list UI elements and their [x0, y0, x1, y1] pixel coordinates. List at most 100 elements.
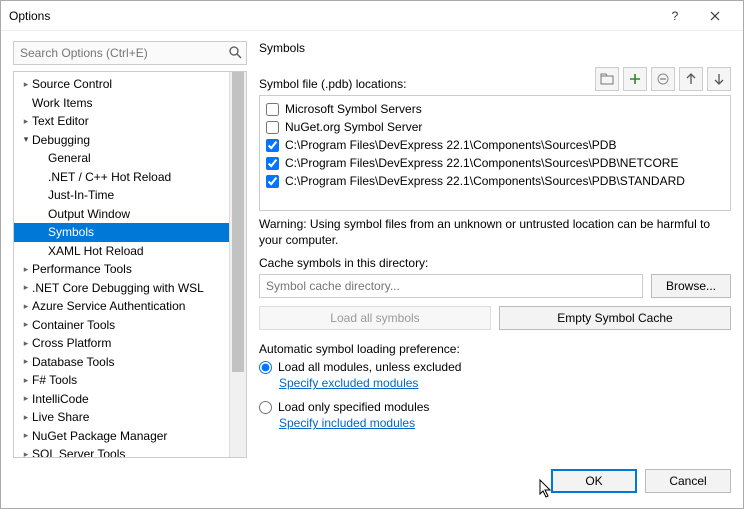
radio-load-all-label: Load all modules, unless excluded: [278, 360, 461, 374]
search-input[interactable]: [13, 41, 247, 65]
tree-item[interactable]: ▸SQL Server Tools: [14, 445, 229, 457]
locations-listbox[interactable]: Microsoft Symbol Servers NuGet.org Symbol…: [259, 95, 731, 211]
location-label: Microsoft Symbol Servers: [285, 102, 422, 116]
tree-item-label: Text Editor: [32, 114, 89, 128]
chevron-right-icon: ▸: [20, 412, 32, 423]
search-icon[interactable]: [228, 45, 242, 59]
location-row[interactable]: C:\Program Files\DevExpress 22.1\Compone…: [266, 136, 724, 154]
tree-item-label: Live Share: [32, 410, 89, 424]
tree-item-label: NuGet Package Manager: [32, 429, 167, 443]
chevron-down-icon: ▾: [20, 134, 32, 145]
arrow-down-icon: [714, 73, 724, 85]
radio-load-all-input[interactable]: [259, 361, 272, 374]
cache-directory-input[interactable]: [259, 274, 643, 298]
tree-item[interactable]: Just-In-Time: [14, 186, 229, 205]
tree-item[interactable]: General: [14, 149, 229, 168]
cancel-button[interactable]: Cancel: [645, 469, 731, 493]
chevron-right-icon: ▸: [20, 430, 32, 441]
radio-load-all[interactable]: Load all modules, unless excluded: [259, 360, 731, 374]
tree-item[interactable]: ▸Text Editor: [14, 112, 229, 131]
radio-load-specified-label: Load only specified modules: [278, 400, 429, 414]
tree-item-label: Container Tools: [32, 318, 115, 332]
location-checkbox[interactable]: [266, 157, 279, 170]
close-icon: [710, 11, 720, 21]
tree-item-label: General: [48, 151, 91, 165]
chevron-right-icon: ▸: [20, 393, 32, 404]
titlebar: Options ?: [1, 1, 743, 31]
tree-item[interactable]: ▸Performance Tools: [14, 260, 229, 279]
specify-excluded-link[interactable]: Specify excluded modules: [279, 376, 731, 390]
empty-cache-button[interactable]: Empty Symbol Cache: [499, 306, 731, 330]
window-title: Options: [9, 9, 655, 23]
tree-item-label: Performance Tools: [32, 262, 132, 276]
panel-heading: Symbols: [259, 41, 731, 55]
tree-item-label: Database Tools: [32, 355, 115, 369]
chevron-right-icon: ▸: [20, 319, 32, 330]
tree-item[interactable]: ▸Azure Service Authentication: [14, 297, 229, 316]
tree-item[interactable]: ▸Live Share: [14, 408, 229, 427]
radio-load-specified[interactable]: Load only specified modules: [259, 400, 731, 414]
options-tree[interactable]: ▸Source ControlWork Items▸Text Editor▾De…: [14, 72, 229, 457]
chevron-right-icon: ▸: [20, 375, 32, 386]
dialog-footer: OK Cancel: [1, 464, 743, 508]
location-row[interactable]: C:\Program Files\DevExpress 22.1\Compone…: [266, 154, 724, 172]
cache-label: Cache symbols in this directory:: [259, 256, 731, 270]
load-all-symbols-button[interactable]: Load all symbols: [259, 306, 491, 330]
chevron-right-icon: ▸: [20, 301, 32, 312]
location-label: C:\Program Files\DevExpress 22.1\Compone…: [285, 156, 678, 170]
tree-item-label: XAML Hot Reload: [48, 244, 144, 258]
location-row[interactable]: Microsoft Symbol Servers: [266, 100, 724, 118]
tree-item-label: Output Window: [48, 207, 130, 221]
tree-item[interactable]: Work Items: [14, 94, 229, 113]
location-checkbox[interactable]: [266, 121, 279, 134]
specify-included-link[interactable]: Specify included modules: [279, 416, 731, 430]
auto-preference-label: Automatic symbol loading preference:: [259, 342, 731, 356]
tree-item[interactable]: ▸Source Control: [14, 75, 229, 94]
tree-item-label: .NET / C++ Hot Reload: [48, 170, 171, 184]
location-checkbox[interactable]: [266, 175, 279, 188]
tree-item[interactable]: ▸Database Tools: [14, 353, 229, 372]
tree-item-label: Cross Platform: [32, 336, 111, 350]
tree-item-label: Work Items: [32, 96, 92, 110]
remove-button[interactable]: [651, 67, 675, 91]
browse-button[interactable]: Browse...: [651, 274, 731, 298]
location-row[interactable]: C:\Program Files\DevExpress 22.1\Compone…: [266, 172, 724, 190]
new-folder-button[interactable]: [595, 67, 619, 91]
location-row[interactable]: NuGet.org Symbol Server: [266, 118, 724, 136]
close-button[interactable]: [695, 2, 735, 30]
tree-item[interactable]: ▸F# Tools: [14, 371, 229, 390]
chevron-right-icon: ▸: [20, 116, 32, 127]
scrollbar-thumb[interactable]: [232, 72, 244, 372]
warning-text: Warning: Using symbol files from an unkn…: [259, 217, 731, 248]
location-label: C:\Program Files\DevExpress 22.1\Compone…: [285, 138, 616, 152]
tree-item[interactable]: ▸.NET Core Debugging with WSL: [14, 279, 229, 298]
location-checkbox[interactable]: [266, 103, 279, 116]
help-button[interactable]: ?: [655, 2, 695, 30]
tree-item[interactable]: Output Window: [14, 205, 229, 224]
tree-item[interactable]: ▸IntelliCode: [14, 390, 229, 409]
chevron-right-icon: ▸: [20, 356, 32, 367]
location-checkbox[interactable]: [266, 139, 279, 152]
right-pane: Symbols Symbol file (.pdb) locations: Mi…: [259, 41, 731, 458]
add-button[interactable]: [623, 67, 647, 91]
tree-item-label: .NET Core Debugging with WSL: [32, 281, 204, 295]
tree-item[interactable]: ▸NuGet Package Manager: [14, 427, 229, 446]
tree-item[interactable]: ▸Cross Platform: [14, 334, 229, 353]
tree-item[interactable]: XAML Hot Reload: [14, 242, 229, 261]
radio-load-specified-input[interactable]: [259, 401, 272, 414]
move-up-button[interactable]: [679, 67, 703, 91]
tree-item-label: Azure Service Authentication: [32, 299, 185, 313]
move-down-button[interactable]: [707, 67, 731, 91]
scrollbar[interactable]: [229, 72, 246, 457]
tree-item[interactable]: ▸Container Tools: [14, 316, 229, 335]
tree-item[interactable]: Symbols: [14, 223, 229, 242]
tree-item-label: SQL Server Tools: [32, 447, 125, 457]
minus-icon: [657, 73, 669, 85]
tree-item[interactable]: ▾Debugging: [14, 131, 229, 150]
location-label: C:\Program Files\DevExpress 22.1\Compone…: [285, 174, 685, 188]
ok-button[interactable]: OK: [551, 469, 637, 493]
tree-item-label: IntelliCode: [32, 392, 89, 406]
tree-item-label: F# Tools: [32, 373, 77, 387]
tree-item-label: Debugging: [32, 133, 90, 147]
tree-item[interactable]: .NET / C++ Hot Reload: [14, 168, 229, 187]
